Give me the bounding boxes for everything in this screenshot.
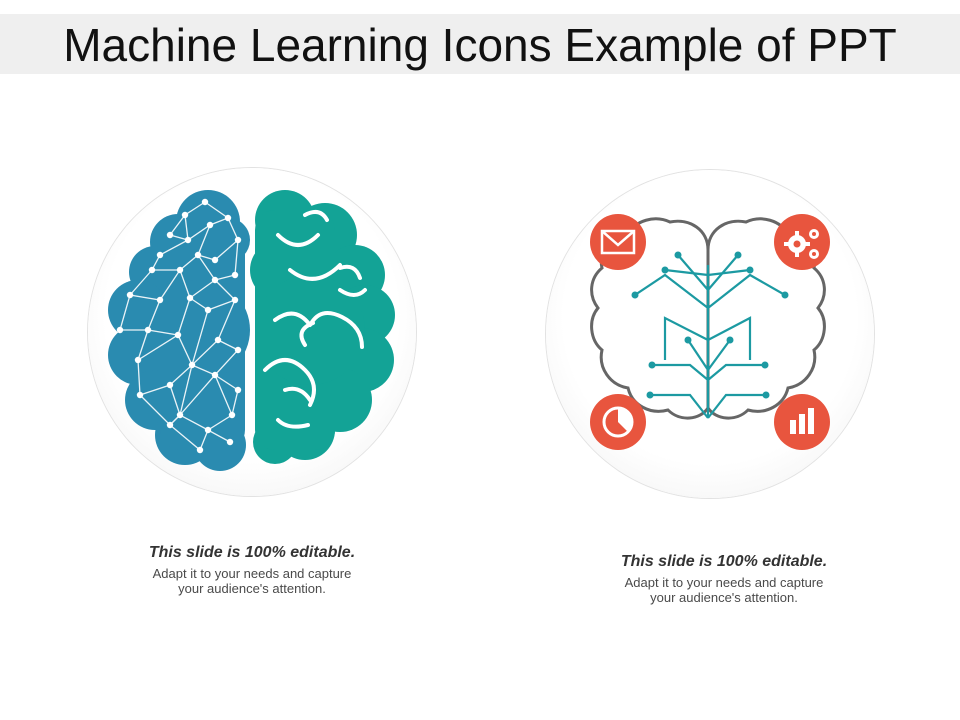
caption-heading: This slide is 100% editable. [148, 544, 356, 561]
brain-network-icon [108, 190, 395, 471]
right-caption: This slide is 100% editable. Adapt it to… [574, 552, 874, 605]
caption-heading: This slide is 100% editable. [620, 553, 828, 570]
bar-chart-icon [774, 394, 830, 450]
gears-icon [774, 214, 830, 270]
caption-body-line-1: Adapt it to your needs and capture [624, 575, 824, 590]
caption-body-line-2: your audience's attention. [178, 581, 326, 596]
caption-body-line-2: your audience's attention. [650, 590, 798, 605]
slide-title: Machine Learning Icons Example of PPT [63, 19, 897, 71]
left-caption: This slide is 100% editable. Adapt it to… [102, 543, 402, 596]
brain-circuit-icon [590, 214, 830, 450]
circuit-nodes [631, 251, 789, 399]
caption-body-line-1: Adapt it to your needs and capture [152, 566, 352, 581]
brain-right-hemisphere [250, 190, 395, 464]
pie-chart-icon [590, 394, 646, 450]
circuit-tree [634, 254, 786, 419]
envelope-icon [590, 214, 646, 270]
